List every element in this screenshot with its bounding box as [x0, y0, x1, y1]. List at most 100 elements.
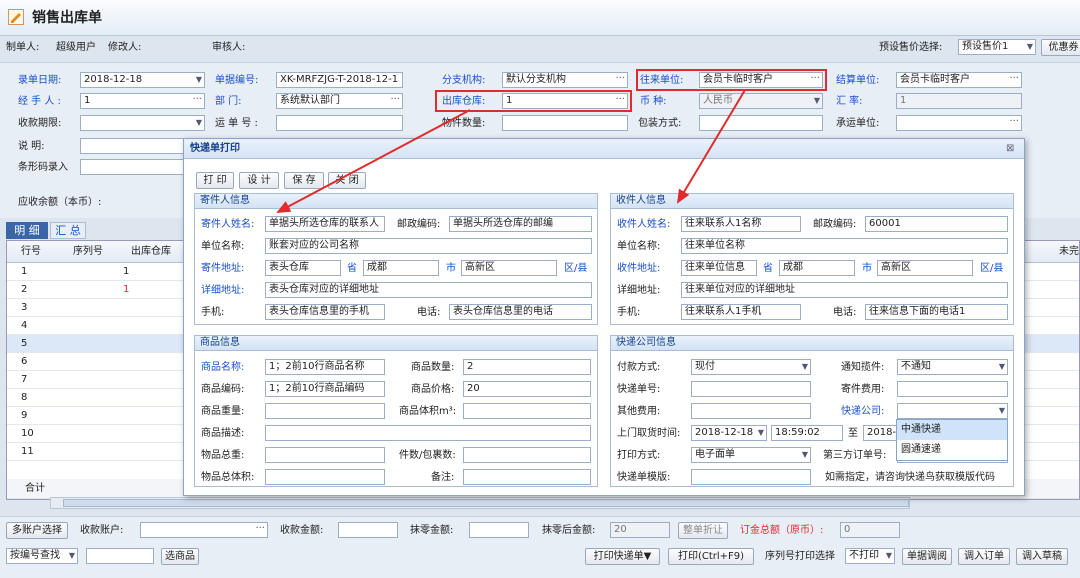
sender-city-field[interactable]: 高新区 [461, 260, 557, 276]
wipe-field[interactable] [469, 522, 529, 538]
goods-name-field[interactable]: 1；2前10行商品名称 [265, 359, 385, 375]
receiver-company-field[interactable]: 往来单位名称 [681, 238, 1008, 254]
after-wipe-label: 抹零后金额: [542, 525, 596, 536]
branch-field[interactable]: 默认分支机构 ··· [502, 72, 628, 88]
pack-field[interactable] [699, 115, 823, 131]
receiver-zip-field[interactable]: 60001 [865, 216, 1008, 232]
express-header: 快递公司信息 [611, 336, 1013, 351]
amount-field[interactable] [338, 522, 398, 538]
close-button[interactable]: 关 闭 [328, 172, 366, 189]
price-choice-select[interactable]: 预设售价1 ▼ [958, 39, 1036, 55]
pickup-time-field[interactable]: 18:59:02 [771, 425, 843, 441]
deposit-total-label: 订金总额（原币）: [740, 525, 824, 536]
more-icon: ··· [615, 73, 625, 84]
account-field[interactable]: ··· [140, 522, 268, 538]
goods-price-label: 商品价格: [411, 384, 455, 395]
close-icon[interactable]: ⊠ [1006, 142, 1014, 155]
serial-print-select[interactable]: 不打印 ▼ [845, 548, 895, 564]
pieces-field[interactable] [463, 447, 591, 463]
total-volume-field[interactable] [265, 469, 385, 485]
note-label: 说 明: [18, 141, 45, 152]
deposit-total-field[interactable]: 0 [840, 522, 900, 538]
settle-field[interactable]: 会员卡临时客户 ··· [896, 72, 1022, 88]
dept-field[interactable]: 系统默认部门 ··· [276, 93, 403, 109]
goods-qty-field[interactable]: 2 [463, 359, 591, 375]
search-mode-value: 按编号查找 [10, 550, 60, 561]
template-field[interactable] [691, 469, 811, 485]
sender-detail-field[interactable]: 表头仓库对应的详细地址 [265, 282, 592, 298]
scrollbar-thumb[interactable] [63, 499, 909, 507]
carrier-field[interactable]: ··· [896, 115, 1022, 131]
option-zto[interactable]: 中通快递 [897, 420, 1007, 440]
currency-label: 币 种: [640, 96, 667, 107]
sender-prov-field[interactable]: 成都 [363, 260, 439, 276]
sender-phone-field[interactable]: 表头仓库信息里的电话 [449, 304, 592, 320]
sender-addr-field[interactable]: 表头仓库 [265, 260, 341, 276]
whole-discount-button[interactable]: 整单折让 [678, 522, 728, 539]
goods-volume-field[interactable] [463, 403, 591, 419]
goods-code-field[interactable]: 1；2前10行商品编码 [265, 381, 385, 397]
doc-lookup-button[interactable]: 单据调阅 [902, 548, 952, 565]
barcode-field[interactable] [80, 159, 190, 175]
more-icon: ··· [192, 94, 202, 105]
express-no-field[interactable] [691, 381, 811, 397]
doc-no-field[interactable]: XK-MRFZJG-T-2018-12-1 [276, 72, 403, 88]
save-button[interactable]: 保 存 [284, 172, 324, 189]
receiver-prov-field[interactable]: 成都 [779, 260, 855, 276]
goods-weight-field[interactable] [265, 403, 385, 419]
receiver-name-label: 收件人姓名: [617, 219, 671, 230]
notify-select[interactable]: 不通知 ▼ [897, 359, 1008, 375]
multi-account-button[interactable]: 多账户选择 [6, 522, 68, 539]
sender-mobile-field[interactable]: 表头仓库信息里的手机 [265, 304, 385, 320]
sender-company-field[interactable]: 账套对应的公司名称 [265, 238, 592, 254]
pay-select[interactable]: 现付 ▼ [691, 359, 811, 375]
tab-summary[interactable]: 汇 总 [50, 222, 86, 239]
after-wipe-field[interactable]: 20 [610, 522, 670, 538]
print-dialog-button[interactable]: 打 印 [196, 172, 234, 189]
option-yto[interactable]: 圆通速递 [897, 440, 1007, 460]
search-input[interactable] [86, 548, 154, 564]
sender-name-field[interactable]: 单据头所选仓库的联系人 [265, 216, 385, 232]
waybill-field[interactable] [276, 115, 403, 131]
paydue-field[interactable]: ▼ [80, 115, 205, 131]
fee-field[interactable] [897, 381, 1008, 397]
tab-detail[interactable]: 明 细 [6, 222, 48, 239]
sender-zip-field[interactable]: 单据头所选仓库的邮编 [449, 216, 592, 232]
search-mode-select[interactable]: 按编号查找 ▼ [6, 548, 78, 564]
receiver-addr-field[interactable]: 往来单位信息 [681, 260, 757, 276]
handler-field[interactable]: 1 ··· [80, 93, 205, 109]
import-order-button[interactable]: 调入订单 [958, 548, 1010, 565]
date-field[interactable]: 2018-12-18 ▼ [80, 72, 205, 88]
goods-price-field[interactable]: 20 [463, 381, 591, 397]
express-company-select[interactable]: ▼ [897, 403, 1008, 419]
receiver-phone-field[interactable]: 往来信息下面的电话1 [865, 304, 1008, 320]
print-button[interactable]: 打印(Ctrl+F9) [668, 548, 754, 565]
goods-desc-field[interactable] [265, 425, 591, 441]
receiver-detail-field[interactable]: 往来单位对应的详细地址 [681, 282, 1008, 298]
rate-field[interactable]: 1 [896, 93, 1022, 109]
grid-scrollbar[interactable] [50, 497, 910, 509]
pickup-date-value: 2018-12-18 [695, 427, 754, 438]
choose-goods-button[interactable]: 选商品 [161, 548, 199, 565]
note-field[interactable] [80, 138, 190, 154]
total-weight-field[interactable] [265, 447, 385, 463]
pickup-date-field[interactable]: 2018-12-18 ▼ [691, 425, 767, 441]
remark-field[interactable] [463, 469, 591, 485]
discount-coupon-button[interactable]: 优惠券 [1041, 39, 1080, 56]
row-number: 9 [21, 410, 28, 421]
parts-field[interactable] [502, 115, 628, 131]
import-draft-button[interactable]: 调入草稿 [1016, 548, 1068, 565]
express-print-dialog: 快递单打印 ⊠ 打 印 设 计 保 存 关 闭 寄件人信息 寄件人姓名: 单据头… [183, 138, 1025, 496]
design-button[interactable]: 设 计 [239, 172, 279, 189]
receiver-mobile-field[interactable]: 往来联系人1手机 [681, 304, 801, 320]
goods-weight-label: 商品重量: [201, 406, 245, 417]
handler-value: 1 [84, 95, 91, 106]
dialog-titlebar: 快递单打印 ⊠ [184, 139, 1024, 159]
print-mode-select[interactable]: 电子面单 ▼ [691, 447, 811, 463]
receiver-city-field[interactable]: 高新区 [877, 260, 973, 276]
row-number: 11 [21, 446, 34, 457]
receiver-name-field[interactable]: 往来联系人1名称 [681, 216, 801, 232]
print-express-button[interactable]: 打印快递单▼ [585, 548, 660, 565]
currency-field[interactable]: 人民币 ▼ [699, 93, 823, 109]
other-fee-field[interactable] [691, 403, 811, 419]
